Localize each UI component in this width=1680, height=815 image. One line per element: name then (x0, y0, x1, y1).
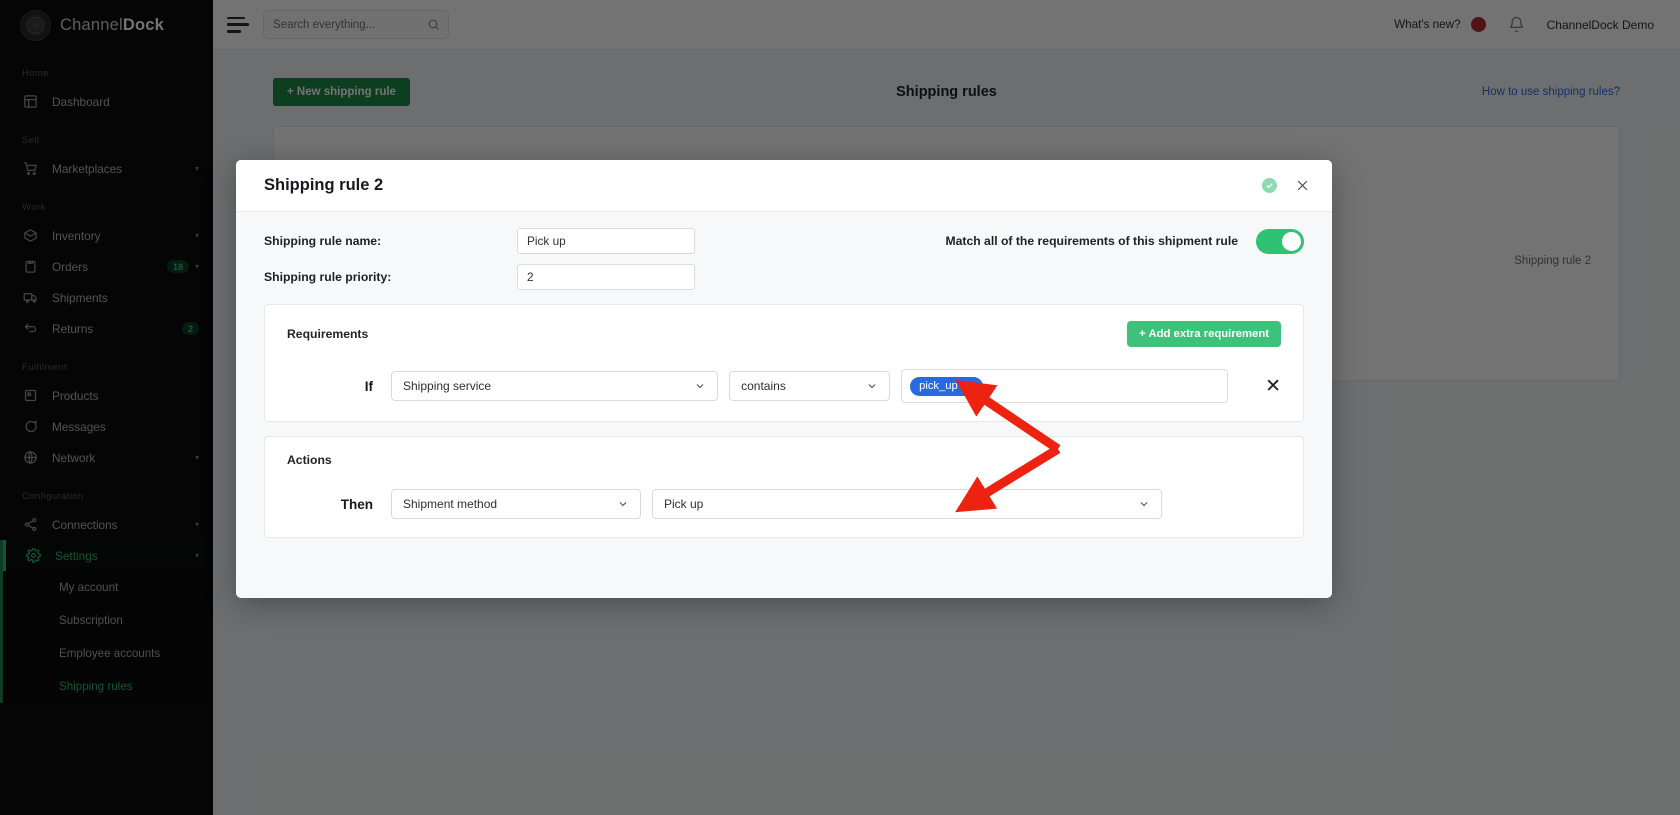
shipping-rule-name-input[interactable] (517, 228, 695, 254)
shipping-rule-priority-row: Shipping rule priority: (264, 264, 1304, 290)
action-value-select[interactable]: Pick up (652, 489, 1162, 519)
match-all-requirements-label: Match all of the requirements of this sh… (945, 234, 1238, 248)
save-check-icon[interactable] (1262, 178, 1277, 193)
match-all-requirements-control: Match all of the requirements of this sh… (945, 228, 1304, 254)
remove-tag-icon[interactable]: ✕ (965, 380, 974, 393)
add-extra-requirement-button[interactable]: + Add extra requirement (1127, 321, 1281, 347)
match-all-requirements-toggle[interactable] (1256, 228, 1304, 254)
requirement-row: If Shipping service contains pick_up ✕ ✕ (287, 369, 1281, 403)
requirement-value-tag[interactable]: pick_up ✕ (910, 376, 983, 396)
chevron-down-icon (1138, 498, 1150, 510)
requirement-operator-value: contains (741, 379, 786, 393)
modal-body: Shipping rule name: Match all of the req… (236, 212, 1332, 538)
action-value-value: Pick up (664, 497, 704, 511)
requirement-field-select[interactable]: Shipping service (391, 371, 719, 401)
chevron-down-icon (866, 380, 878, 392)
requirement-keyword-if: If (364, 378, 373, 394)
modal-header: Shipping rule 2 (236, 160, 1332, 212)
shipping-rule-name-label: Shipping rule name: (264, 234, 382, 248)
shipping-rule-priority-input[interactable] (517, 264, 695, 290)
chevron-down-icon (617, 498, 629, 510)
toggle-knob (1282, 231, 1301, 251)
modal-header-actions (1262, 178, 1310, 193)
requirement-value-tag-label: pick_up (919, 380, 958, 392)
actions-header: Actions (287, 453, 1281, 467)
action-type-select[interactable]: Shipment method (391, 489, 641, 519)
action-keyword-then: Then (340, 496, 373, 512)
shipping-rule-modal: Shipping rule 2 Shipping rule name: Matc… (236, 160, 1332, 598)
requirements-panel: Requirements + Add extra requirement If … (264, 304, 1304, 422)
requirement-value-tag-input[interactable]: pick_up ✕ (901, 369, 1229, 403)
chevron-down-icon (694, 380, 706, 392)
actions-panel: Actions Then Shipment method Pick up (264, 436, 1304, 538)
action-row: Then Shipment method Pick up (287, 489, 1281, 519)
remove-requirement-icon[interactable]: ✕ (1265, 377, 1281, 396)
requirement-field-value: Shipping service (403, 379, 492, 393)
close-icon[interactable] (1295, 178, 1310, 193)
shipping-rule-priority-label: Shipping rule priority: (264, 270, 392, 284)
modal-title: Shipping rule 2 (264, 176, 384, 194)
shipping-rule-name-row: Shipping rule name: Match all of the req… (264, 228, 1304, 254)
requirements-header: Requirements + Add extra requirement (287, 321, 1281, 347)
actions-title: Actions (287, 453, 332, 467)
requirements-title: Requirements (287, 327, 369, 341)
action-type-value: Shipment method (403, 497, 498, 511)
requirement-operator-select[interactable]: contains (729, 371, 891, 401)
